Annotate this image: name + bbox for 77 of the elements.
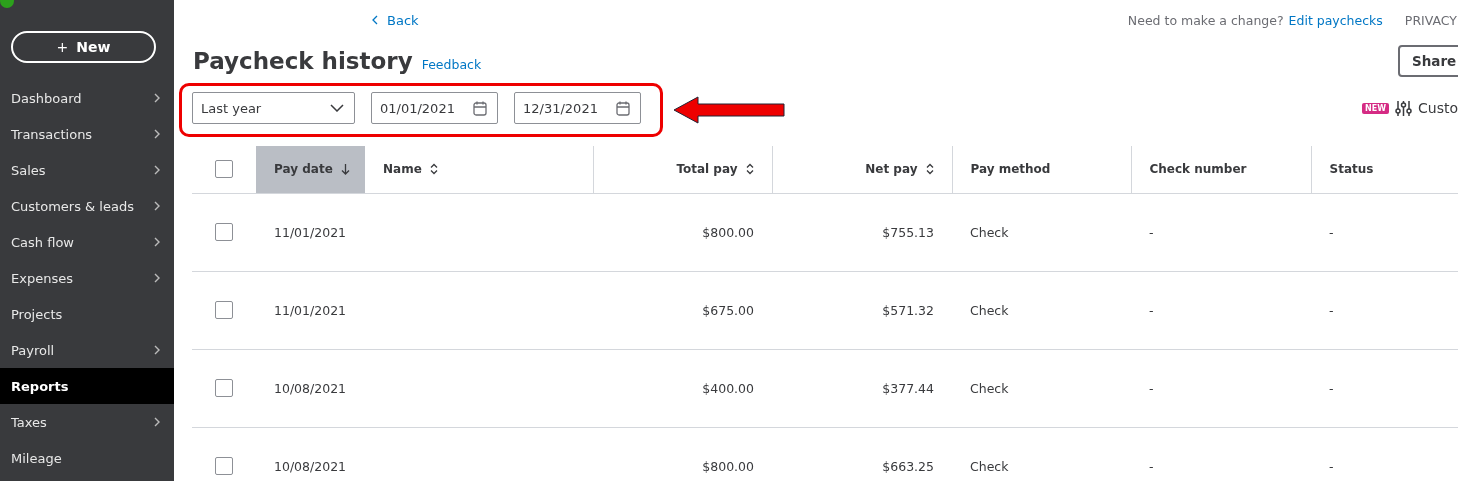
sidebar-item[interactable]: Taxes (0, 404, 174, 440)
chevron-right-icon (154, 201, 160, 211)
chevron-right-icon (154, 345, 160, 355)
row-checkbox[interactable] (215, 457, 233, 475)
table-cell: 11/01/2021 (274, 224, 347, 240)
chevron-right-icon (154, 273, 160, 283)
back-link[interactable]: Back (372, 12, 419, 28)
sidebar-item[interactable]: Transactions (0, 116, 174, 152)
share-button[interactable]: Share (1398, 45, 1458, 77)
select-all-checkbox[interactable] (215, 160, 233, 179)
calendar-icon (473, 100, 487, 116)
row-checkbox[interactable] (215, 379, 233, 397)
table-cell: Check (970, 224, 1009, 240)
table-cell: $675.00 (702, 302, 754, 318)
column-header[interactable]: Total pay (593, 146, 772, 193)
table-cell: $663.25 (882, 458, 934, 474)
table-cell: 10/08/2021 (274, 458, 347, 474)
sidebar-item[interactable]: Customers & leads (0, 188, 174, 224)
feedback-link[interactable]: Feedback (421, 57, 482, 72)
table-cell: Check (970, 302, 1009, 318)
table-cell: - (1329, 458, 1334, 474)
new-badge: NEW (1362, 102, 1389, 114)
table-cell: Check (970, 380, 1009, 396)
sort-icon (925, 163, 934, 176)
sliders-icon (1395, 99, 1412, 117)
sort-down-icon (340, 163, 350, 175)
change-notice: Need to make a change? (1127, 12, 1284, 28)
new-button[interactable]: + New (11, 31, 156, 63)
table-cell: $377.44 (882, 380, 934, 396)
table-cell: 11/01/2021 (274, 302, 347, 318)
sort-icon (745, 163, 754, 176)
sidebar-item[interactable]: Sales (0, 152, 174, 188)
sidebar-item[interactable]: Cash flow (0, 224, 174, 260)
column-header[interactable]: Name (365, 146, 593, 193)
column-header: Pay method (952, 146, 1131, 193)
column-header: Check number (1131, 146, 1311, 193)
period-dropdown[interactable]: Last year (192, 92, 355, 124)
table-cell: - (1149, 224, 1154, 240)
edit-paychecks-link[interactable]: Edit paychecks (1288, 12, 1383, 28)
row-checkbox[interactable] (215, 223, 233, 241)
sidebar-item[interactable]: Dashboard (0, 80, 174, 116)
end-date-field[interactable]: 12/31/2021 (514, 92, 641, 124)
table-cell: $800.00 (702, 458, 754, 474)
column-header[interactable]: Pay date (256, 146, 365, 193)
chevron-right-icon (154, 129, 160, 139)
start-date-field[interactable]: 01/01/2021 (371, 92, 498, 124)
table-cell: - (1329, 380, 1334, 396)
table-cell: $400.00 (702, 380, 754, 396)
table-cell: - (1329, 302, 1334, 318)
table-cell: - (1149, 302, 1154, 318)
sidebar-item[interactable]: Projects (0, 296, 174, 332)
row-checkbox[interactable] (215, 301, 233, 319)
table-cell: - (1329, 224, 1334, 240)
sidebar-item[interactable]: Payroll (0, 332, 174, 368)
chevron-right-icon (154, 165, 160, 175)
page-title: Paycheck history (193, 48, 413, 74)
sort-icon (429, 163, 438, 176)
table-cell: - (1149, 458, 1154, 474)
table-cell: $571.32 (882, 302, 934, 318)
privacy-link[interactable]: PRIVACY (1404, 12, 1457, 28)
table-cell: - (1149, 380, 1154, 396)
table-cell: Check (970, 458, 1009, 474)
chevron-left-icon (372, 15, 378, 25)
sidebar-item[interactable]: Mileage (0, 440, 174, 476)
chevron-right-icon (154, 237, 160, 247)
column-header[interactable]: Net pay (772, 146, 952, 193)
customize-link[interactable]: Custo (1418, 100, 1458, 116)
sidebar-item[interactable]: Expenses (0, 260, 174, 296)
table-cell: $800.00 (702, 224, 754, 240)
sidebar-item[interactable]: Reports (0, 368, 174, 404)
calendar-icon (616, 100, 630, 116)
chevron-down-icon (330, 104, 344, 112)
table-cell: 10/08/2021 (274, 380, 347, 396)
column-header: Status (1311, 146, 1458, 193)
chevron-right-icon (154, 93, 160, 103)
chevron-right-icon (154, 417, 160, 427)
table-cell: $755.13 (882, 224, 934, 240)
